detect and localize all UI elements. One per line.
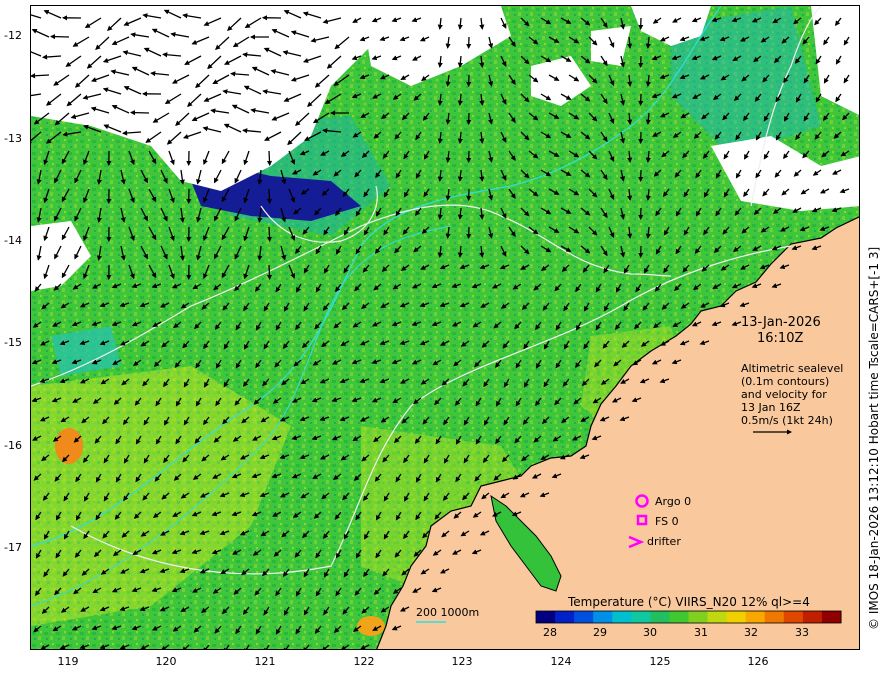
colorbar-tick: 33: [795, 626, 809, 639]
colorbar-segment: [745, 611, 766, 623]
velocity-arrow: [266, 188, 273, 205]
colorbar-tick: 28: [543, 626, 557, 639]
desc-line: and velocity for: [741, 388, 827, 401]
map-canvas: [31, 6, 859, 649]
velocity-arrow: [266, 226, 273, 243]
sst-map[interactable]: 13-Jan-2026 16:10Z Altimetric sealevel (…: [30, 5, 860, 650]
lon-label: 125: [649, 655, 671, 668]
velocity-arrow: [266, 264, 273, 281]
colorbar-segment: [802, 611, 823, 623]
colorbar-tick: 32: [744, 626, 758, 639]
colorbar-segment: [726, 611, 747, 623]
lat-label: -16: [4, 439, 22, 452]
date-label: 13-Jan-2026: [741, 315, 821, 330]
colorbar-segment: [764, 611, 785, 623]
lon-label: 119: [57, 655, 79, 668]
lat-label: -14: [4, 234, 22, 247]
velocity-arrow: [49, 34, 70, 40]
desc-line: 13 Jan 16Z: [741, 401, 801, 414]
lon-label: 122: [353, 655, 375, 668]
lon-label: 126: [747, 655, 769, 668]
colorbar-tick: 30: [643, 626, 657, 639]
velocity-arrow: [129, 110, 150, 116]
colorbar: [535, 610, 842, 624]
colorbar-segment: [669, 611, 690, 623]
hot-spot: [55, 428, 83, 464]
colorbar-segment: [612, 611, 632, 623]
colorbar-segment: [631, 611, 651, 623]
colorbar-tick: 29: [593, 626, 607, 639]
lat-label: -15: [4, 336, 22, 349]
argo-legend-label: Argo 0: [655, 495, 692, 508]
colorbar-segment: [783, 611, 804, 623]
desc-line: 0.5m/s (1kt 24h): [741, 414, 833, 427]
lat-label: -17: [4, 541, 22, 554]
lon-label: 121: [254, 655, 276, 668]
isobath-legend-label: 200 1000m: [416, 606, 480, 619]
lon-label: 124: [550, 655, 572, 668]
desc-line: (0.1m contours): [741, 375, 830, 388]
colorbar-segment: [688, 611, 709, 623]
drifter-legend-label: drifter: [647, 535, 681, 548]
colorbar-segment: [707, 611, 728, 623]
lon-label: 120: [155, 655, 177, 668]
lat-label: -12: [4, 29, 22, 42]
fs-legend-label: FS 0: [655, 515, 679, 528]
colorbar-segment: [555, 611, 575, 623]
colorbar-segment: [574, 611, 594, 623]
time-label: 16:10Z: [757, 331, 804, 346]
colorbar-tick: 31: [694, 626, 708, 639]
credit-text: © IMOS 18-Jan-2026 13:12:10 Hobart time …: [867, 246, 880, 630]
colorbar-title: Temperature (°C) VIIRS_N20 12% ql>=4: [568, 595, 810, 609]
desc-line: Altimetric sealevel: [741, 362, 844, 375]
colorbar-segment: [593, 611, 613, 623]
lat-label: -13: [4, 132, 22, 145]
colorbar-segment: [536, 611, 556, 623]
lon-label: 123: [451, 655, 473, 668]
colorbar-segment: [821, 611, 842, 623]
colorbar-segment: [650, 611, 670, 623]
velocity-arrow: [266, 150, 273, 167]
